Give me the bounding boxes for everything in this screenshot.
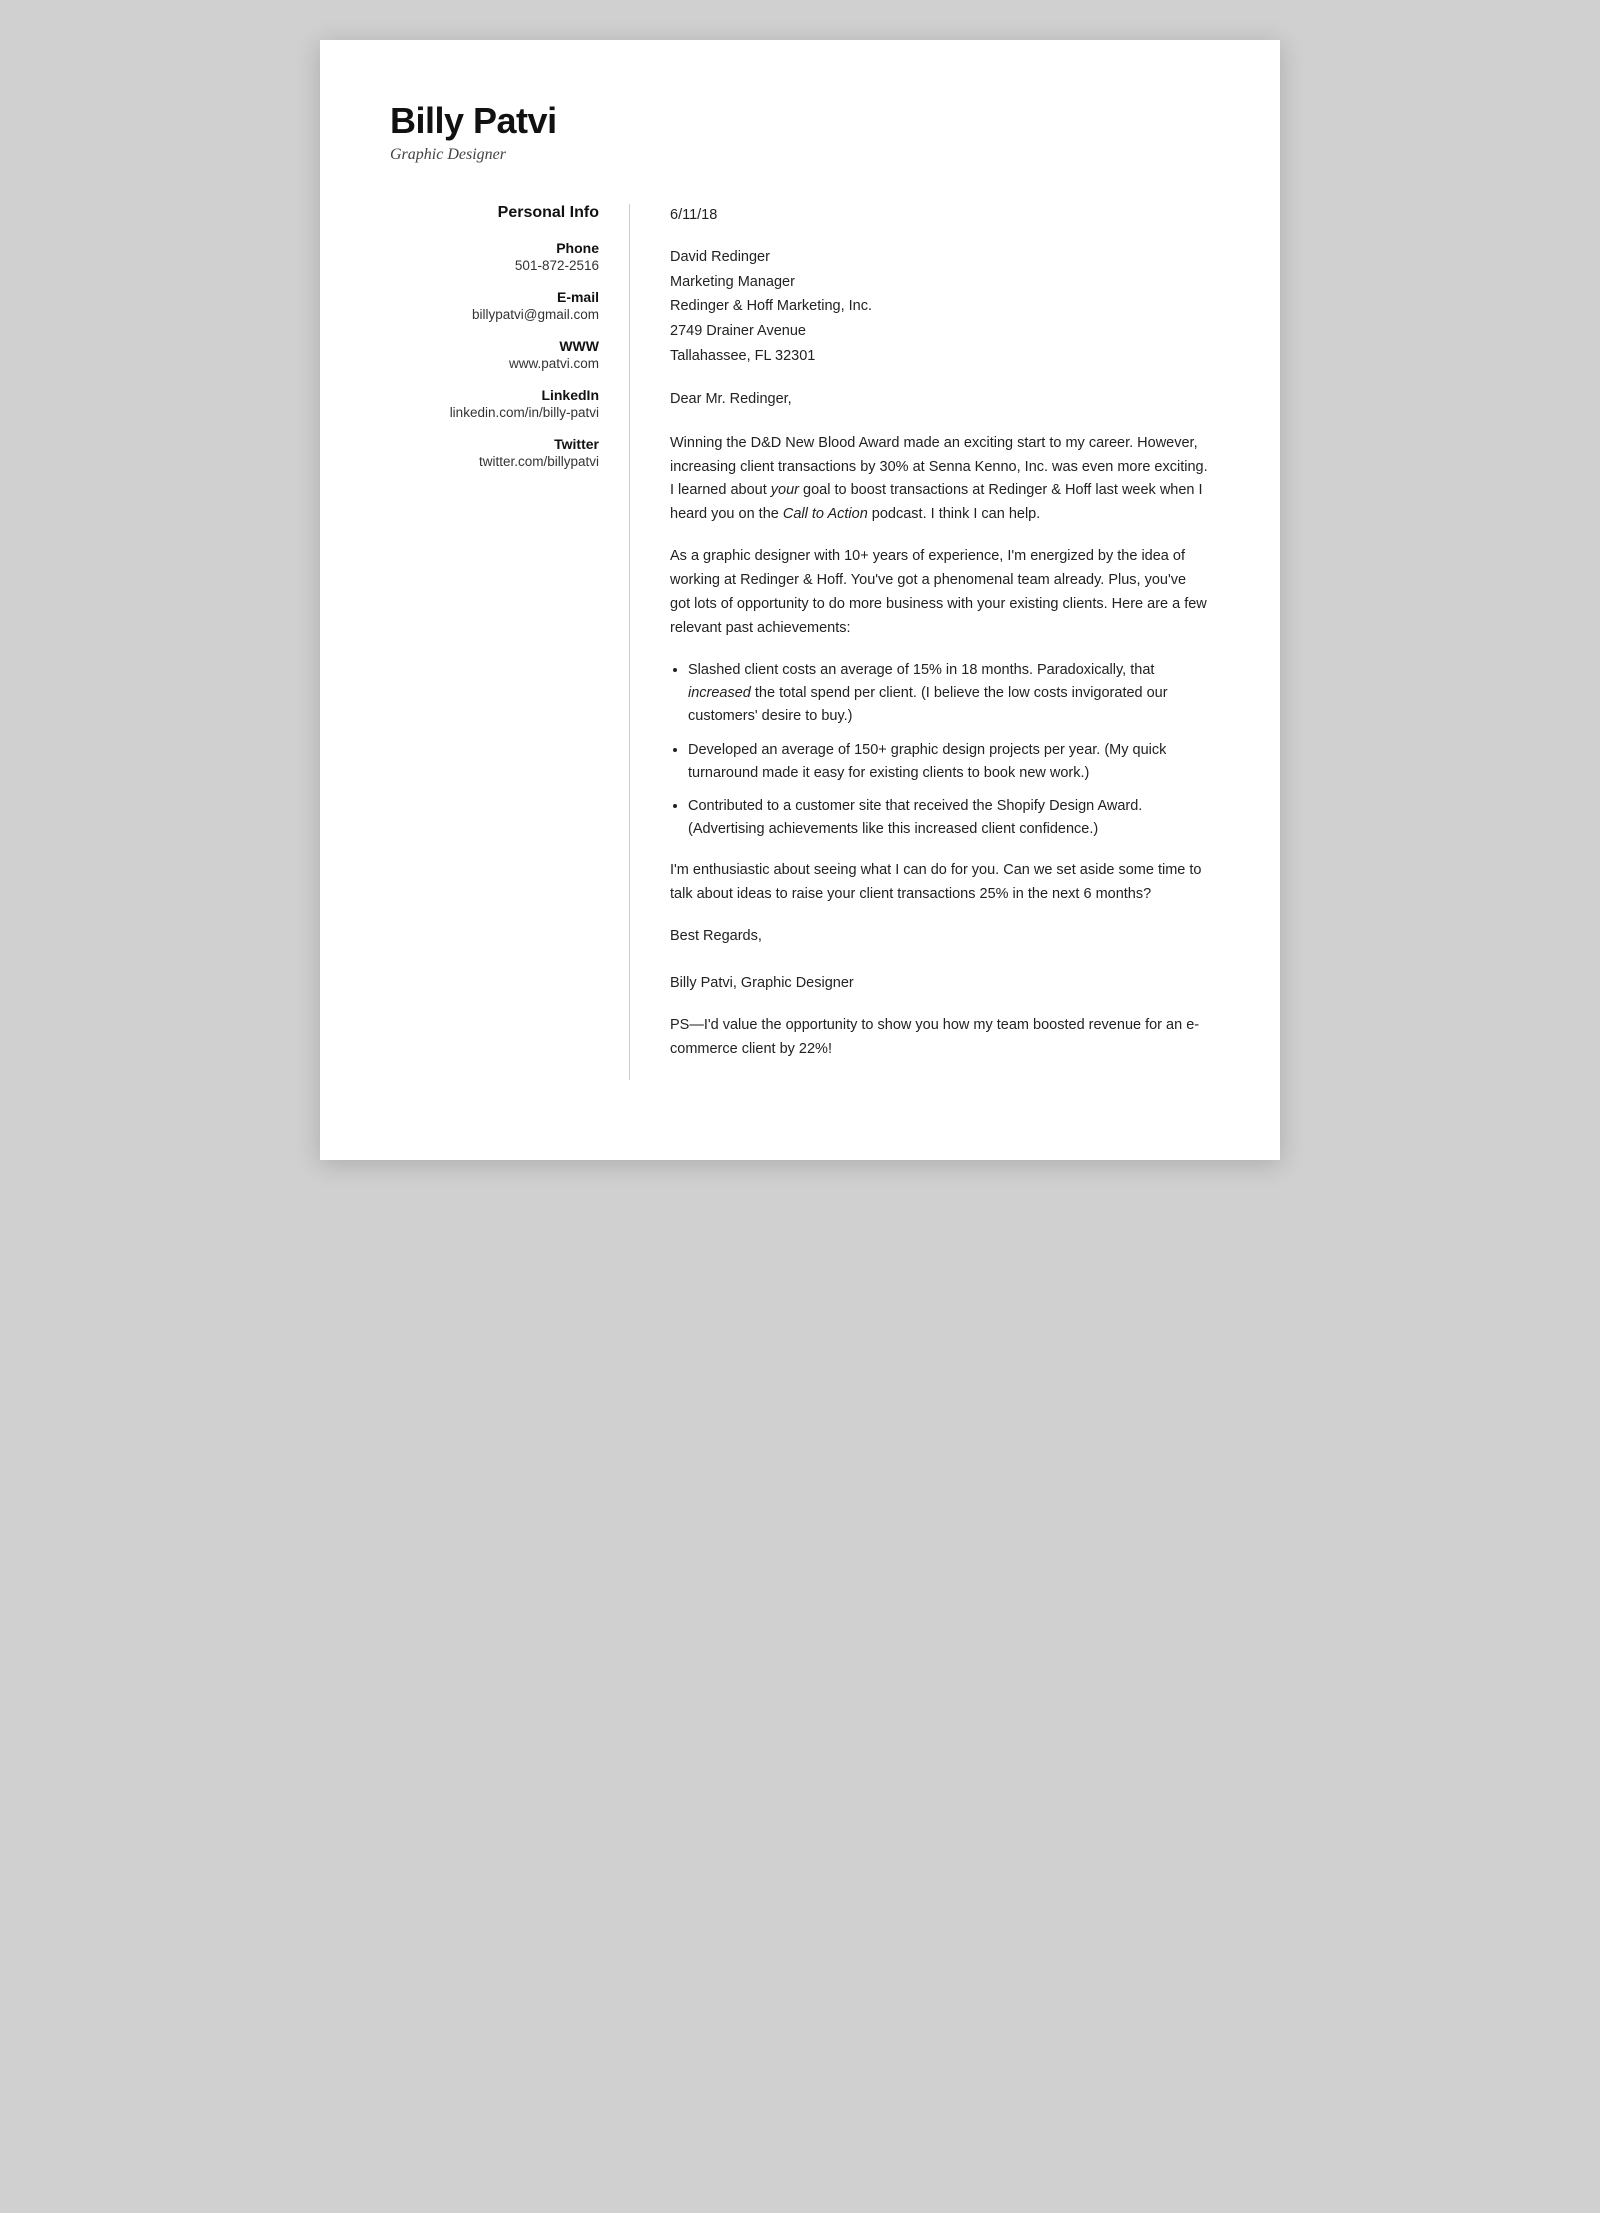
- sidebar-email: E-mail billypatvi@gmail.com: [390, 289, 599, 322]
- paragraph-2: As a graphic designer with 10+ years of …: [670, 545, 1210, 641]
- recipient-name: David Redinger: [670, 245, 1210, 270]
- sidebar-linkedin: LinkedIn linkedin.com/in/billy-patvi: [390, 387, 599, 420]
- sidebar-twitter: Twitter twitter.com/billypatvi: [390, 436, 599, 469]
- closing-regards: Best Regards,: [670, 925, 1210, 949]
- achievement-2: Developed an average of 150+ graphic des…: [688, 739, 1210, 785]
- www-value: www.patvi.com: [390, 356, 599, 371]
- recipient-title: Marketing Manager: [670, 270, 1210, 295]
- header: Billy Patvi Graphic Designer: [390, 100, 1210, 164]
- recipient-block: David Redinger Marketing Manager Redinge…: [670, 245, 1210, 368]
- letter-body: Winning the D&D New Blood Award made an …: [670, 432, 1210, 1062]
- phone-value: 501-872-2516: [390, 258, 599, 273]
- closing-block: Best Regards, Billy Patvi, Graphic Desig…: [670, 925, 1210, 996]
- achievement-3: Contributed to a customer site that rece…: [688, 795, 1210, 841]
- sidebar-www: WWW www.patvi.com: [390, 338, 599, 371]
- recipient-city: Tallahassee, FL 32301: [670, 344, 1210, 369]
- content-area: Personal Info Phone 501-872-2516 E-mail …: [390, 204, 1210, 1080]
- twitter-label: Twitter: [390, 436, 599, 452]
- ps-block: PS—I'd value the opportunity to show you…: [670, 1014, 1210, 1062]
- letter-date: 6/11/18: [670, 204, 1210, 227]
- paragraph-3: I'm enthusiastic about seeing what I can…: [670, 859, 1210, 907]
- paragraph-1: Winning the D&D New Blood Award made an …: [670, 432, 1210, 528]
- sidebar-phone: Phone 501-872-2516: [390, 240, 599, 273]
- email-label: E-mail: [390, 289, 599, 305]
- closing-name: Billy Patvi, Graphic Designer: [670, 972, 1210, 996]
- email-value: billypatvi@gmail.com: [390, 307, 599, 322]
- recipient-company: Redinger & Hoff Marketing, Inc.: [670, 294, 1210, 319]
- sidebar: Personal Info Phone 501-872-2516 E-mail …: [390, 204, 630, 1080]
- phone-label: Phone: [390, 240, 599, 256]
- linkedin-value: linkedin.com/in/billy-patvi: [390, 405, 599, 420]
- linkedin-label: LinkedIn: [390, 387, 599, 403]
- resume-page: Billy Patvi Graphic Designer Personal In…: [320, 40, 1280, 1160]
- applicant-name: Billy Patvi: [390, 100, 1210, 142]
- www-label: WWW: [390, 338, 599, 354]
- ps-text: PS—I'd value the opportunity to show you…: [670, 1014, 1210, 1062]
- achievements-list: Slashed client costs an average of 15% i…: [670, 659, 1210, 841]
- achievement-1: Slashed client costs an average of 15% i…: [688, 659, 1210, 729]
- letter-content: 6/11/18 David Redinger Marketing Manager…: [630, 204, 1210, 1080]
- twitter-value: twitter.com/billypatvi: [390, 454, 599, 469]
- applicant-title: Graphic Designer: [390, 146, 1210, 164]
- recipient-address: 2749 Drainer Avenue: [670, 319, 1210, 344]
- sidebar-section-title: Personal Info: [390, 204, 599, 222]
- salutation: Dear Mr. Redinger,: [670, 388, 1210, 411]
